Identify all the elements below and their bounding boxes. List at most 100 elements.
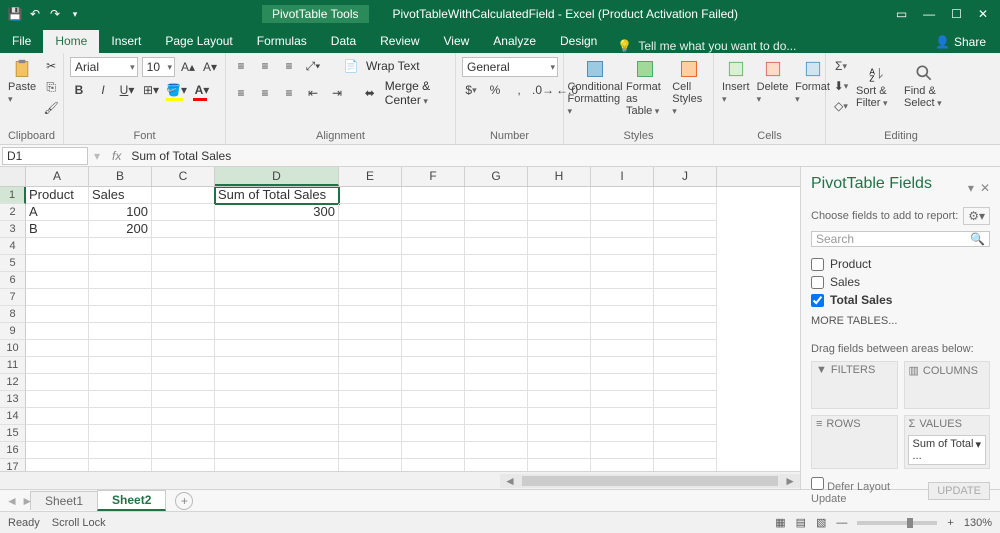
cell-C17[interactable]	[152, 459, 215, 471]
cell-B3[interactable]: 200	[89, 221, 152, 238]
cell-F13[interactable]	[402, 391, 465, 408]
font-size-select[interactable]: 10	[142, 57, 175, 77]
align-right-icon[interactable]: ≡	[280, 84, 298, 102]
row-header-13[interactable]: 13	[0, 391, 26, 408]
close-icon[interactable]: ✕	[978, 7, 988, 21]
tab-design[interactable]: Design	[548, 30, 609, 53]
cell-G4[interactable]	[465, 238, 528, 255]
cell-G2[interactable]	[465, 204, 528, 221]
area-values[interactable]: ΣVALUES Sum of Total ...▾	[904, 415, 991, 469]
cell-A1[interactable]: Product	[26, 187, 89, 204]
maximize-icon[interactable]: ☐	[951, 7, 962, 21]
cell-E10[interactable]	[339, 340, 402, 357]
number-format-select[interactable]: General	[462, 57, 558, 77]
increase-font-icon[interactable]: A▴	[179, 58, 197, 76]
cell-F6[interactable]	[402, 272, 465, 289]
cell-E9[interactable]	[339, 323, 402, 340]
cell-E8[interactable]	[339, 306, 402, 323]
col-header-C[interactable]: C	[152, 167, 215, 186]
cell-F17[interactable]	[402, 459, 465, 471]
sheet-nav-icons[interactable]: ◄ ►	[6, 494, 33, 508]
align-top-icon[interactable]: ≡	[232, 57, 250, 75]
update-button[interactable]: UPDATE	[928, 482, 990, 500]
cell-H16[interactable]	[528, 442, 591, 459]
cell-G3[interactable]	[465, 221, 528, 238]
orientation-icon[interactable]: ⤢▾	[304, 57, 322, 75]
cell-G11[interactable]	[465, 357, 528, 374]
cell-H15[interactable]	[528, 425, 591, 442]
area-rows[interactable]: ≡ROWS	[811, 415, 898, 469]
cell-I2[interactable]	[591, 204, 654, 221]
cell-H11[interactable]	[528, 357, 591, 374]
cell-G17[interactable]	[465, 459, 528, 471]
cell-A6[interactable]	[26, 272, 89, 289]
cell-B6[interactable]	[89, 272, 152, 289]
align-center-icon[interactable]: ≡	[256, 84, 274, 102]
cell-G7[interactable]	[465, 289, 528, 306]
increase-decimal-icon[interactable]: .0→	[534, 81, 552, 99]
undo-icon[interactable]: ↶	[28, 7, 42, 21]
cell-A5[interactable]	[26, 255, 89, 272]
cell-I10[interactable]	[591, 340, 654, 357]
cell-B7[interactable]	[89, 289, 152, 306]
conditional-formatting-button[interactable]: Conditional Formatting	[570, 57, 620, 119]
cell-H3[interactable]	[528, 221, 591, 238]
worksheet-grid[interactable]: A B C D E F G H I J 1ProductSalesSum of …	[0, 167, 800, 489]
fx-icon[interactable]: fx	[106, 149, 127, 163]
cell-A16[interactable]	[26, 442, 89, 459]
cell-C3[interactable]	[152, 221, 215, 238]
cell-B9[interactable]	[89, 323, 152, 340]
formula-input[interactable]: Sum of Total Sales	[127, 149, 1000, 163]
cell-H13[interactable]	[528, 391, 591, 408]
col-header-I[interactable]: I	[591, 167, 654, 186]
view-page-layout-icon[interactable]: ▤	[796, 516, 806, 529]
tell-me-input[interactable]: 💡 Tell me what you want to do...	[617, 39, 796, 53]
cell-A15[interactable]	[26, 425, 89, 442]
cell-H5[interactable]	[528, 255, 591, 272]
cell-I3[interactable]	[591, 221, 654, 238]
cell-D8[interactable]	[215, 306, 339, 323]
row-header-17[interactable]: 17	[0, 459, 26, 471]
cell-J2[interactable]	[654, 204, 717, 221]
cell-B15[interactable]	[89, 425, 152, 442]
percent-icon[interactable]: %	[486, 81, 504, 99]
cell-B16[interactable]	[89, 442, 152, 459]
align-left-icon[interactable]: ≡	[232, 84, 250, 102]
cut-icon[interactable]: ✂	[42, 57, 60, 75]
ribbon-options-icon[interactable]: ▭	[896, 7, 907, 21]
cell-C11[interactable]	[152, 357, 215, 374]
cell-I11[interactable]	[591, 357, 654, 374]
cell-I6[interactable]	[591, 272, 654, 289]
row-header-5[interactable]: 5	[0, 255, 26, 272]
field-product[interactable]: Product	[811, 255, 990, 273]
cell-I13[interactable]	[591, 391, 654, 408]
font-name-select[interactable]: Arial	[70, 57, 138, 77]
col-header-J[interactable]: J	[654, 167, 717, 186]
cell-B1[interactable]: Sales	[89, 187, 152, 204]
cell-J17[interactable]	[654, 459, 717, 471]
cell-C6[interactable]	[152, 272, 215, 289]
tab-page-layout[interactable]: Page Layout	[153, 30, 244, 53]
cell-F10[interactable]	[402, 340, 465, 357]
save-icon[interactable]: 💾	[8, 7, 22, 21]
zoom-level[interactable]: 130%	[964, 517, 992, 529]
cell-E11[interactable]	[339, 357, 402, 374]
sort-filter-button[interactable]: AZSort & Filter	[854, 61, 898, 111]
panel-close-icon[interactable]: ✕	[980, 181, 990, 195]
cell-I4[interactable]	[591, 238, 654, 255]
cell-F1[interactable]	[402, 187, 465, 204]
insert-cells-button[interactable]: Insert	[720, 57, 752, 107]
copy-icon[interactable]: ⎘	[42, 78, 60, 96]
cell-F9[interactable]	[402, 323, 465, 340]
col-header-E[interactable]: E	[339, 167, 402, 186]
row-header-14[interactable]: 14	[0, 408, 26, 425]
area-columns[interactable]: ▥COLUMNS	[904, 361, 991, 409]
cell-D11[interactable]	[215, 357, 339, 374]
cell-C15[interactable]	[152, 425, 215, 442]
cell-A2[interactable]: A	[26, 204, 89, 221]
cell-J8[interactable]	[654, 306, 717, 323]
cell-A17[interactable]	[26, 459, 89, 471]
cell-H8[interactable]	[528, 306, 591, 323]
cell-C7[interactable]	[152, 289, 215, 306]
cell-I12[interactable]	[591, 374, 654, 391]
